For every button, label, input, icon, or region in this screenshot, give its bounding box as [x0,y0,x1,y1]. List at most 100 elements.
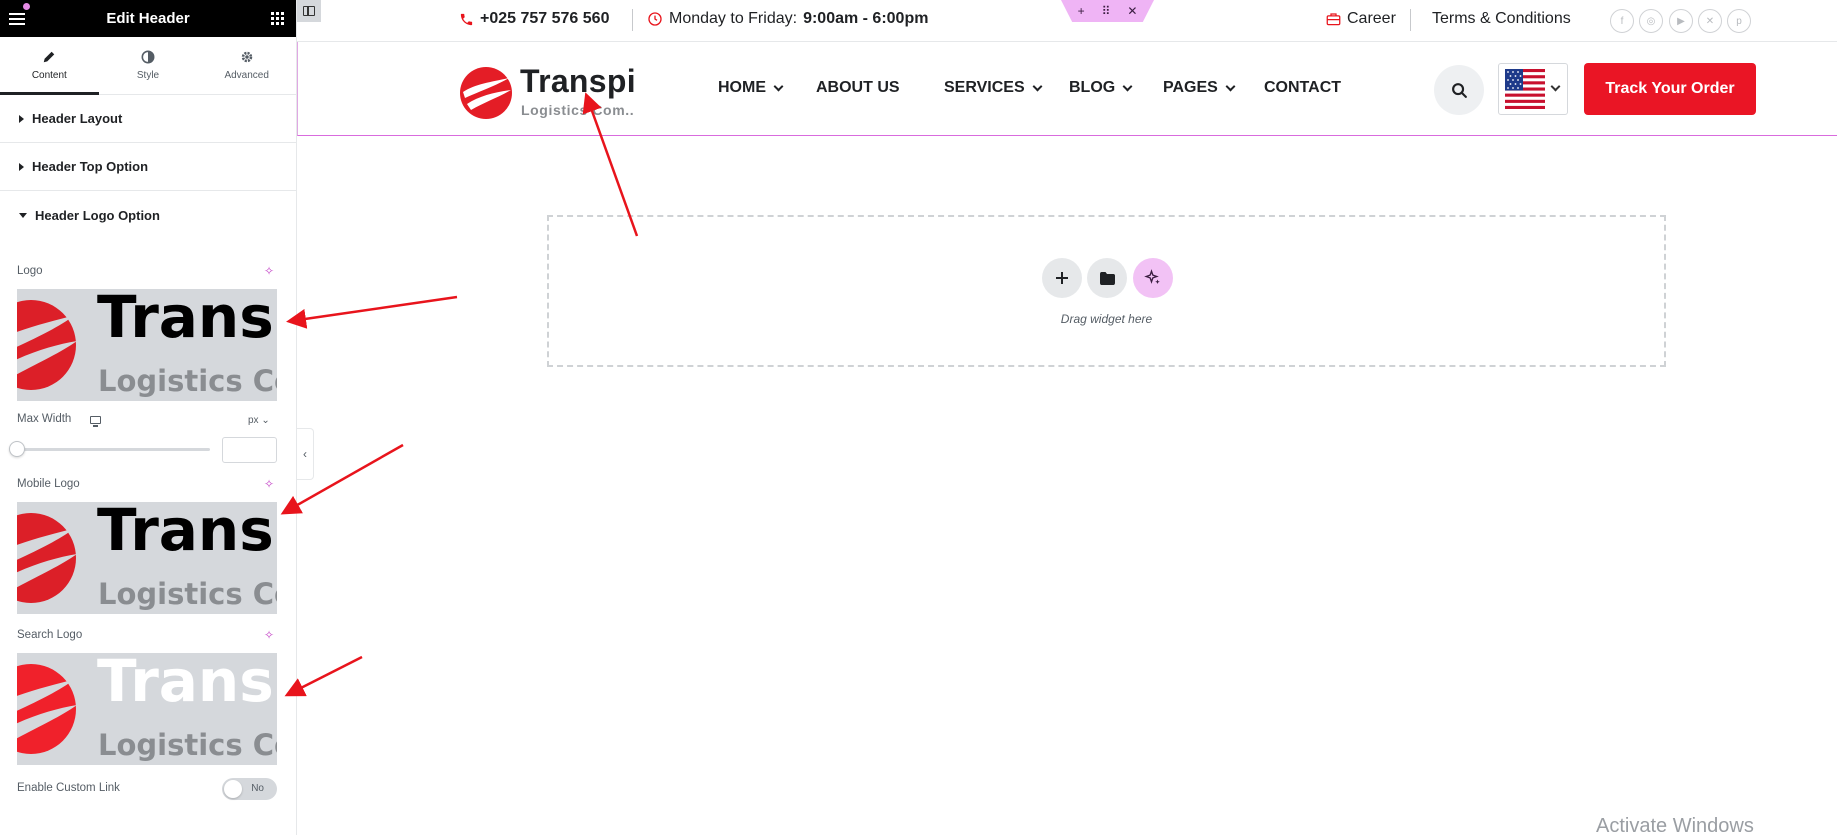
search-logo-preview-image: Trans Logistics Co [17,653,277,762]
toggle-knob[interactable] [224,780,242,798]
windows-activation-watermark: Activate Windows [1596,815,1754,835]
svg-text:Logistics Co: Logistics Co [98,577,277,611]
add-section-icon[interactable]: + [1078,4,1085,18]
facebook-icon[interactable]: f [1610,9,1634,33]
section-header-layout[interactable]: Header Layout [0,95,296,143]
ai-generate-button[interactable] [1133,258,1173,298]
phone-icon [460,13,473,25]
navigator-toggle[interactable] [297,0,321,22]
us-flag-icon [1505,69,1545,109]
nav-home-label[interactable]: HOME [718,79,766,97]
site-logo[interactable]: Transpi Logistics Com.. [459,62,636,119]
tab-style[interactable]: Style [99,37,198,94]
panel-header: Edit Header [0,0,296,37]
svg-text:Trans: Trans [97,502,274,564]
slider-handle[interactable] [9,441,25,457]
ai-sparkle-icon[interactable]: ✧ [264,264,274,278]
section-header-top-option[interactable]: Header Top Option [0,143,296,191]
nav-pages-label[interactable]: PAGES [1163,79,1218,97]
panel-tabs: Content Style Advanced [0,37,296,95]
collapse-panel-button[interactable]: ‹ [297,428,314,480]
logo-preview-image: Trans Logistics Co [17,289,277,398]
nav-contact-label[interactable]: CONTACT [1264,79,1341,97]
folder-icon [1099,271,1115,285]
pinterest-icon[interactable]: p [1727,9,1751,33]
panel-layout-icon [303,6,315,16]
template-library-button[interactable] [1087,258,1127,298]
track-order-button[interactable]: Track Your Order [1584,63,1756,115]
nav-home[interactable]: HOME [718,79,784,97]
editor-panel: Edit Header Content Style Advanced Heade… [0,0,297,835]
nav-pages[interactable]: PAGES [1163,79,1236,97]
logo-image-picker[interactable]: Trans Logistics Co [17,289,277,401]
contrast-icon [141,50,155,64]
terms-label[interactable]: Terms & Conditions [1432,10,1571,28]
career-link[interactable]: Career [1347,10,1396,28]
menu-icon[interactable] [9,12,25,25]
language-selector[interactable] [1498,63,1568,115]
brand-name: Transpi [520,63,636,99]
add-widget-button[interactable] [1042,258,1082,298]
nav-blog[interactable]: BLOG [1069,79,1133,97]
search-logo-image-picker[interactable]: Trans Logistics Co [17,653,277,765]
chevron-down-icon [1032,81,1043,91]
tab-content[interactable]: Content [0,37,99,95]
caret-right-icon [19,162,24,171]
search-logo-label: Search Logo [17,629,83,641]
desktop-device-icon[interactable] [90,416,101,427]
nav-about-label[interactable]: ABOUT US [816,79,900,97]
terms-link[interactable]: Terms & Conditions [1432,10,1571,28]
phone-number: +025 757 576 560 [480,10,610,27]
ai-sparkle-icon[interactable]: ✧ [264,477,274,491]
mobile-logo-label: Mobile Logo [17,478,80,490]
chevron-down-icon [1225,81,1236,91]
unit-selector[interactable]: px ⌄ [248,415,270,426]
tab-advanced[interactable]: Advanced [197,37,296,94]
notification-dot [23,3,30,10]
close-section-icon[interactable]: ✕ [1127,4,1137,18]
sparkle-icon [1144,269,1160,284]
nav-about[interactable]: ABOUT US [816,79,900,97]
ai-sparkle-icon[interactable]: ✧ [264,628,274,642]
widgets-grid-icon[interactable] [270,12,284,25]
youtube-icon[interactable]: ▶ [1669,9,1693,33]
nav-blog-label[interactable]: BLOG [1069,79,1115,97]
chevron-down-icon [1550,81,1561,92]
section-handle[interactable]: + ⠿ ✕ [1061,0,1154,22]
mobile-logo-preview-image: Trans Logistics Co [17,502,277,611]
slider-track[interactable] [17,448,210,451]
hours-prefix: Monday to Friday: [669,10,798,27]
caret-right-icon [19,114,24,123]
search-icon [1451,82,1467,98]
max-width-input[interactable] [222,437,277,463]
svg-text:Trans: Trans [97,653,274,715]
unit-label[interactable]: px [248,415,259,426]
chevron-down-icon [773,81,784,91]
nav-contact[interactable]: CONTACT [1264,79,1341,97]
topbar-career[interactable]: Career [1326,10,1396,28]
section-label: Header Logo Option [35,207,160,223]
logo-mark-icon [460,67,512,119]
topbar-phone[interactable]: +025 757 576 560 [459,10,609,28]
caret-down-icon [19,212,27,218]
section-label: Header Top Option [32,159,149,174]
section-label: Header Layout [32,111,123,126]
tab-content-label: Content [31,70,67,81]
mobile-logo-image-picker[interactable]: Trans Logistics Co [17,502,277,614]
search-button[interactable] [1434,65,1484,115]
chevron-down-icon [1122,81,1133,91]
x-twitter-icon[interactable]: ✕ [1698,9,1722,33]
widget-dropzone[interactable]: Drag widget here [547,215,1666,367]
nav-services[interactable]: SERVICES [944,79,1043,97]
instagram-icon[interactable]: ◎ [1639,9,1663,33]
logo-label: Logo [17,265,43,277]
plus-icon [1056,272,1068,284]
nav-services-label[interactable]: SERVICES [944,79,1025,97]
topbar-hours: Monday to Friday: 9:00am - 6:00pm [647,10,928,28]
section-header-logo-option[interactable]: Header Logo Option [0,191,296,239]
drag-handle-icon[interactable]: ⠿ [1102,4,1111,18]
briefcase-icon [1326,13,1341,26]
tab-advanced-label: Advanced [224,70,269,81]
custom-link-toggle[interactable]: No [222,778,277,800]
svg-text:Trans: Trans [97,289,274,351]
